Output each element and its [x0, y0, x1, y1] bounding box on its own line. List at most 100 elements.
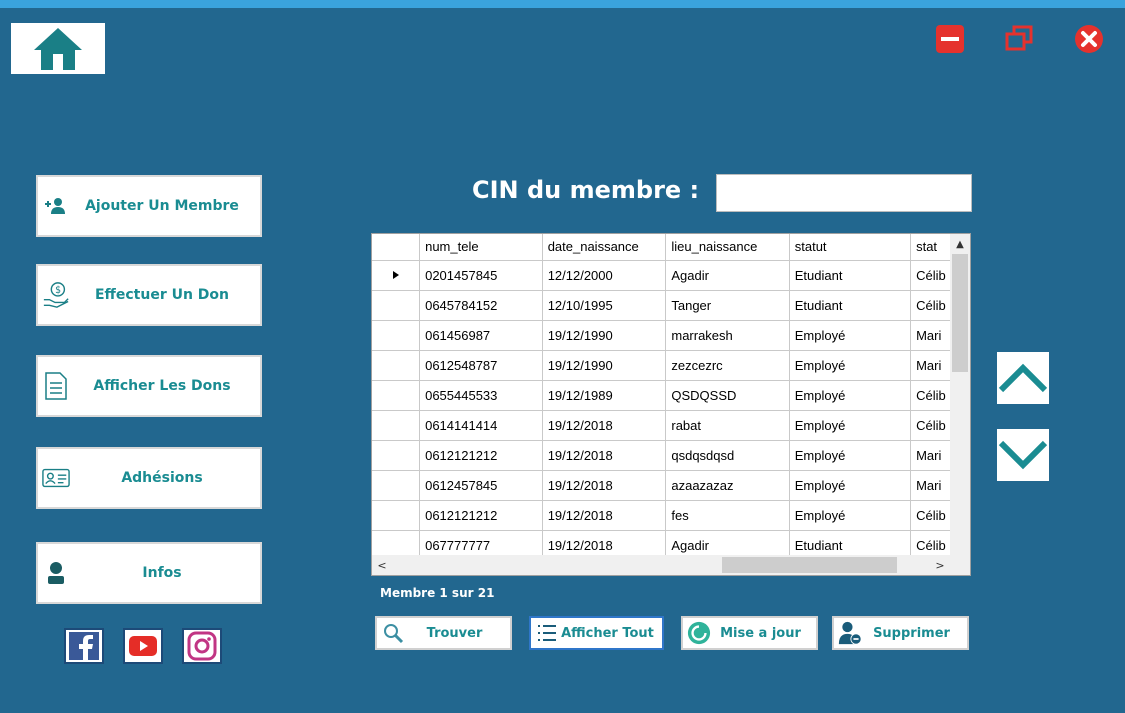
row-header[interactable] [372, 470, 421, 501]
memberships-label: Adhésions [121, 470, 203, 486]
minimize-button[interactable] [934, 24, 966, 54]
memberships-button[interactable]: Adhésions [36, 447, 262, 509]
table-cell[interactable]: 19/12/1990 [542, 350, 667, 381]
table-cell[interactable]: zezcezrc [665, 350, 790, 381]
table-cell[interactable]: 0612548787 [419, 350, 543, 381]
table-cell[interactable]: azaazazaz [665, 470, 790, 501]
column-header[interactable]: date_naissance [542, 234, 667, 261]
table-cell[interactable]: Agadir [665, 260, 790, 291]
column-header[interactable]: lieu_naissance [665, 234, 790, 261]
previous-button[interactable] [997, 352, 1049, 404]
table-row[interactable]: 0612121212 19/12/2018 qsdqsdqsd Employé Mari [372, 440, 970, 471]
cin-label: CIN du membre : [472, 176, 700, 204]
table-cell[interactable]: 12/12/2000 [542, 260, 667, 291]
table-cell[interactable]: 0645784152 [419, 290, 543, 321]
column-header[interactable]: num_tele [419, 234, 543, 261]
show-all-button[interactable]: Afficher Tout [529, 616, 664, 650]
update-button[interactable]: Mise a jour [681, 616, 818, 650]
table-cell[interactable]: 061456987 [419, 320, 543, 351]
table-cell[interactable]: rabat [665, 410, 790, 441]
table-cell[interactable]: Tanger [665, 290, 790, 321]
horizontal-scrollbar[interactable]: < > [372, 555, 952, 575]
table-cell[interactable]: Employé [789, 320, 912, 351]
row-header[interactable] [372, 410, 421, 441]
table-row[interactable]: 061456987 19/12/1990 marrakesh Employé Mari [372, 320, 970, 351]
facebook-icon [69, 632, 99, 661]
title-bar [0, 0, 1125, 8]
show-donations-button[interactable]: Afficher Les Dons [36, 355, 262, 417]
table-cell[interactable]: 12/10/1995 [542, 290, 667, 321]
column-header[interactable]: statut [789, 234, 912, 261]
id-card-icon [42, 464, 70, 492]
table-cell[interactable]: 19/12/1989 [542, 380, 667, 411]
horizontal-scroll-thumb[interactable] [722, 557, 897, 573]
table-cell[interactable]: Employé [789, 500, 912, 531]
row-header[interactable] [372, 500, 421, 531]
find-button[interactable]: Trouver [375, 616, 512, 650]
chevron-up-icon [998, 363, 1048, 393]
table-header-row: num_tele date_naissance lieu_naissance s… [372, 234, 970, 261]
table-cell[interactable]: 0614141414 [419, 410, 543, 441]
row-header[interactable] [372, 350, 421, 381]
table-row[interactable]: 0655445533 19/12/1989 QSDQSSD Employé Célib [372, 380, 970, 411]
table-cell[interactable]: Employé [789, 380, 912, 411]
members-grid[interactable]: num_tele date_naissance lieu_naissance s… [371, 233, 971, 576]
table-cell[interactable]: Etudiant [789, 290, 912, 321]
make-donation-button[interactable]: $ Effectuer Un Don [36, 264, 262, 326]
row-header[interactable] [372, 440, 421, 471]
row-header[interactable] [372, 380, 421, 411]
table-cell[interactable]: qsdqsdqsd [665, 440, 790, 471]
table-cell[interactable]: 19/12/2018 [542, 470, 667, 501]
table-cell[interactable]: 19/12/2018 [542, 440, 667, 471]
vertical-scrollbar[interactable]: ▲ [950, 234, 970, 556]
table-cell[interactable]: 0612121212 [419, 500, 543, 531]
table-cell[interactable]: Employé [789, 350, 912, 381]
refresh-icon [687, 621, 711, 645]
maximize-button[interactable] [1003, 24, 1035, 54]
table-cell[interactable]: fes [665, 500, 790, 531]
search-icon [381, 621, 405, 645]
row-header[interactable] [372, 320, 421, 351]
table-cell[interactable]: 19/12/2018 [542, 410, 667, 441]
table-cell[interactable]: 0201457845 [419, 260, 543, 291]
home-icon [34, 27, 82, 70]
delete-button[interactable]: Supprimer [832, 616, 969, 650]
row-header-corner [372, 234, 421, 261]
table-row[interactable]: 0201457845 12/12/2000 Agadir Etudiant Célib [372, 260, 970, 291]
scroll-corner [950, 554, 970, 575]
scroll-right-arrow-icon[interactable]: > [930, 555, 950, 575]
table-cell[interactable]: 19/12/1990 [542, 320, 667, 351]
table-cell[interactable]: 0655445533 [419, 380, 543, 411]
table-row[interactable]: 0612548787 19/12/1990 zezcezrc Employé Mari [372, 350, 970, 381]
table-row[interactable]: 0645784152 12/10/1995 Tanger Etudiant Célib [372, 290, 970, 321]
table-row[interactable]: 0614141414 19/12/2018 rabat Employé Célib [372, 410, 970, 441]
next-button[interactable] [997, 429, 1049, 481]
list-icon [535, 621, 559, 645]
infos-button[interactable]: Infos [36, 542, 262, 604]
home-button[interactable] [11, 23, 105, 74]
close-button[interactable] [1073, 24, 1105, 54]
table-cell[interactable]: 19/12/2018 [542, 500, 667, 531]
cin-input[interactable] [716, 174, 972, 212]
table-cell[interactable]: Employé [789, 440, 912, 471]
vertical-scroll-thumb[interactable] [952, 254, 968, 372]
scroll-up-arrow-icon[interactable]: ▲ [950, 234, 970, 254]
facebook-link[interactable] [64, 628, 104, 664]
table-cell[interactable]: marrakesh [665, 320, 790, 351]
table-cell[interactable]: 0612121212 [419, 440, 543, 471]
table-row[interactable]: 0612121212 19/12/2018 fes Employé Célib [372, 500, 970, 531]
chevron-down-icon [998, 440, 1048, 470]
table-cell[interactable]: 0612457845 [419, 470, 543, 501]
table-cell[interactable]: Employé [789, 470, 912, 501]
table-cell[interactable]: Etudiant [789, 260, 912, 291]
table-cell[interactable]: QSDQSSD [665, 380, 790, 411]
table-cell[interactable]: Employé [789, 410, 912, 441]
row-header[interactable] [372, 260, 421, 291]
table-row[interactable]: 0612457845 19/12/2018 azaazazaz Employé Mari [372, 470, 970, 501]
youtube-link[interactable] [123, 628, 163, 664]
make-donation-label: Effectuer Un Don [94, 287, 230, 303]
add-member-button[interactable]: Ajouter Un Membre [36, 175, 262, 237]
instagram-link[interactable] [182, 628, 222, 664]
row-header[interactable] [372, 290, 421, 321]
scroll-left-arrow-icon[interactable]: < [372, 555, 392, 575]
